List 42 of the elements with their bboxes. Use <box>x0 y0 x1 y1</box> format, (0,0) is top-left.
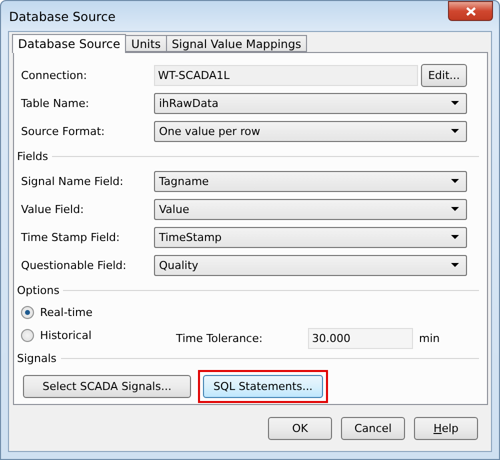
tab[interactable]: Units <box>125 35 167 52</box>
dropdown-arrow-icon <box>451 101 459 105</box>
field-label: Time Tolerance: <box>176 332 264 345</box>
section-title: Signals <box>16 352 58 364</box>
radio-label: Historical <box>40 329 93 342</box>
field-label: Table Name: <box>21 96 90 110</box>
field-label: Connection: <box>21 68 88 82</box>
dropdown[interactable]: Value <box>154 198 467 220</box>
tolerance-field[interactable]: 30.000 <box>308 328 413 349</box>
radio-button[interactable] <box>21 306 34 319</box>
field-label: Questionable Field: <box>21 258 128 272</box>
close-button[interactable] <box>448 1 493 21</box>
dropdown-arrow-icon <box>451 129 459 133</box>
dropdown[interactable]: One value per row <box>154 120 467 142</box>
dropdown-arrow-icon <box>451 207 459 211</box>
dropdown[interactable]: Quality <box>154 254 467 276</box>
dropdown-arrow-icon <box>451 235 459 239</box>
tab[interactable]: Signal Value Mappings <box>166 35 308 52</box>
dropdown[interactable]: TimeStamp <box>154 226 467 248</box>
window-title: Database Source <box>8 8 116 24</box>
field-label: Source Format: <box>21 124 106 138</box>
radio-label: Real-time <box>40 306 94 319</box>
section-title: Fields <box>16 150 50 162</box>
dropdown[interactable]: Tagname <box>154 170 467 192</box>
edit-button[interactable]: Edit... <box>421 64 467 86</box>
dialog-button[interactable]: OK <box>268 416 332 440</box>
field-label: Value Field: <box>21 202 85 216</box>
connection-field[interactable]: WT-SCADA1L <box>154 64 418 86</box>
dropdown-arrow-icon <box>451 263 459 267</box>
section-title: Options <box>16 284 60 296</box>
field-label: Signal Name Field: <box>21 174 124 188</box>
signals-button[interactable]: Select SCADA Signals... <box>23 374 191 398</box>
tab[interactable]: Database Source <box>12 34 126 53</box>
radio-button[interactable] <box>21 329 34 342</box>
dropdown-arrow-icon <box>451 179 459 183</box>
dialog-button[interactable]: Help <box>414 416 478 440</box>
unit-label: min <box>419 332 440 345</box>
dropdown[interactable]: ihRawData <box>154 92 467 114</box>
field-label: Time Stamp Field: <box>21 230 121 244</box>
signals-button[interactable]: SQL Statements... <box>203 374 323 398</box>
close-icon <box>466 6 476 16</box>
dialog-button[interactable]: Cancel <box>341 416 405 440</box>
